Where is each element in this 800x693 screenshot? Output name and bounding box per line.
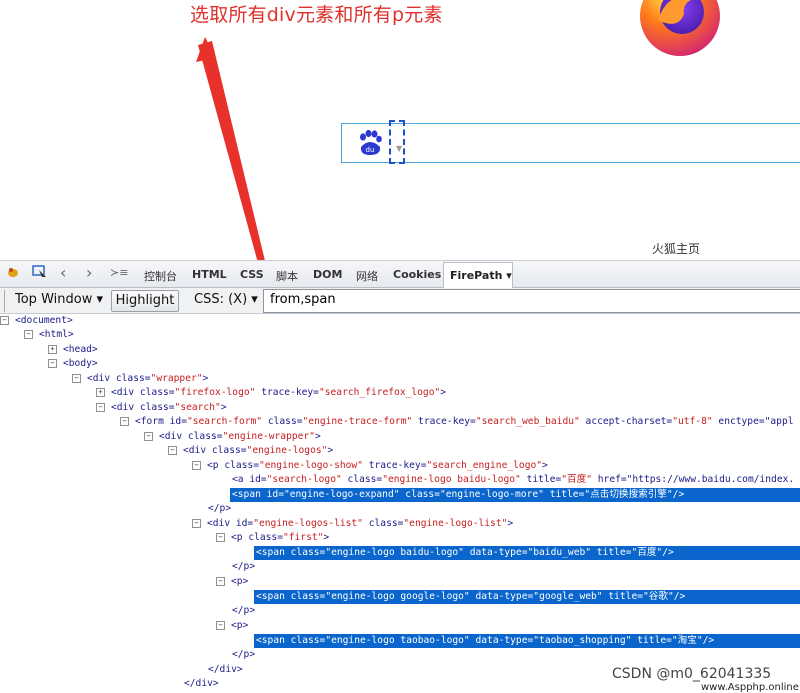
css-mode-dropdown[interactable]: CSS: (X) ▾: [194, 290, 258, 312]
tree-node-text: <p class="first">: [231, 532, 330, 543]
forward-icon[interactable]: ›: [86, 263, 92, 282]
csdn-watermark: CSDN @m0_62041335: [612, 666, 772, 682]
tree-node-text: <a id="search-logo" class="engine-logo b…: [232, 474, 795, 485]
tree-row-highlighted[interactable]: <span class="engine-logo baidu-logo" dat…: [254, 546, 800, 560]
tree-node-text: <div class="search">: [111, 402, 227, 413]
tree-row[interactable]: + <head>: [48, 343, 98, 357]
collapse-icon[interactable]: −: [24, 329, 33, 339]
tree-node-text: </p>: [232, 561, 256, 572]
tree-row[interactable]: − <html>: [24, 328, 74, 342]
tree-row[interactable]: </p>: [232, 648, 255, 662]
tree-row[interactable]: − <div id="engine-logos-list" class="engi…: [192, 517, 513, 531]
tree-node-text: <p>: [231, 620, 249, 631]
tree-node-text: <p>: [231, 576, 249, 587]
tree-row[interactable]: − <div class="engine-logos">: [168, 444, 333, 458]
command-line-icon[interactable]: ≻≡: [110, 266, 128, 279]
tree-node-text: <div id="engine-logos-list" class="engin…: [207, 518, 514, 529]
expand-icon[interactable]: +: [48, 344, 57, 354]
collapse-icon[interactable]: −: [144, 431, 153, 441]
svg-text:du: du: [366, 146, 375, 154]
collapse-icon[interactable]: −: [192, 460, 201, 470]
tree-node-text: </div>: [184, 678, 219, 689]
tree-row-highlighted[interactable]: <span id="engine-logo-expand" class="eng…: [230, 488, 800, 502]
tree-row[interactable]: − <body>: [48, 357, 98, 371]
tree-row-highlighted[interactable]: <span class="engine-logo taobao-logo" da…: [254, 634, 800, 648]
tree-row[interactable]: </div>: [184, 677, 219, 691]
top-window-dropdown[interactable]: Top Window ▾: [15, 290, 103, 312]
tab-dom[interactable]: DOM: [313, 268, 342, 281]
tree-node-text: <div class="engine-wrapper">: [159, 431, 321, 442]
tree-node-text: <document>: [15, 315, 73, 326]
tree-node-text: <p class="engine-logo-show" trace-key="s…: [207, 460, 548, 471]
tree-node-text: </p>: [232, 605, 256, 616]
collapse-icon[interactable]: −: [120, 416, 129, 426]
tree-row[interactable]: </p>: [232, 604, 255, 618]
tab-cookies[interactable]: Cookies: [393, 268, 441, 281]
tree-node-text: <body>: [63, 358, 98, 369]
tree-row[interactable]: + <div class="firefox-logo" trace-key="se…: [96, 386, 446, 400]
firebug-icon[interactable]: [6, 265, 20, 279]
expand-icon[interactable]: +: [96, 387, 105, 397]
collapse-icon[interactable]: −: [48, 358, 57, 368]
inspect-element-icon[interactable]: [32, 265, 48, 279]
back-icon[interactable]: ‹: [60, 263, 66, 282]
selector-input[interactable]: from,span: [263, 289, 800, 313]
tree-node-text: </div>: [208, 664, 243, 675]
tree-row-highlighted[interactable]: <span class="engine-logo google-logo" da…: [254, 590, 800, 604]
tree-node-text: <span class="engine-logo baidu-logo" dat…: [256, 547, 674, 558]
tree-row[interactable]: </div>: [208, 663, 243, 677]
tree-node-text: <head>: [63, 344, 98, 355]
tree-row[interactable]: − <form id="search-form" class="engine-tr…: [120, 415, 794, 429]
collapse-icon[interactable]: −: [72, 373, 81, 383]
collapse-icon[interactable]: −: [216, 532, 225, 542]
tree-row[interactable]: − <div class="engine-wrapper">: [144, 430, 321, 444]
search-box[interactable]: [341, 123, 800, 163]
tree-node-text: <form id="search-form" class="engine-tra…: [135, 416, 794, 427]
fox-home-link[interactable]: 火狐主页: [652, 240, 700, 257]
tree-node-text: </p>: [232, 649, 256, 660]
selection-outline: [389, 120, 405, 164]
tab-firepath[interactable]: FirePath ▾: [443, 262, 513, 288]
collapse-icon[interactable]: −: [216, 620, 225, 630]
tree-node-text: <span id="engine-logo-expand" class="eng…: [232, 489, 685, 500]
tab-script[interactable]: 脚本: [276, 268, 298, 284]
dom-tree: − <document> − <html> + <head> − <body> − <di…: [0, 314, 800, 693]
tree-row[interactable]: </p>: [208, 502, 231, 516]
collapse-icon[interactable]: −: [192, 518, 201, 528]
collapse-icon[interactable]: −: [168, 445, 177, 455]
tab-console[interactable]: 控制台: [144, 268, 177, 284]
tree-row[interactable]: − <div class="search">: [96, 401, 227, 415]
baidu-paw-icon[interactable]: du: [356, 129, 384, 157]
site-watermark: www.Aspphp.online: [701, 682, 799, 693]
toolbar-grip: [0, 290, 5, 312]
highlight-button[interactable]: Highlight: [111, 290, 179, 312]
collapse-icon[interactable]: −: [0, 315, 9, 325]
tab-network[interactable]: 网络: [356, 268, 378, 284]
tree-node-text: <div class="engine-logos">: [183, 445, 334, 456]
tab-css[interactable]: CSS: [240, 268, 264, 281]
tree-node-text: </p>: [208, 503, 232, 514]
collapse-icon[interactable]: −: [96, 402, 105, 412]
tree-row[interactable]: <a id="search-logo" class="engine-logo b…: [232, 473, 794, 487]
tree-row[interactable]: − <p>: [216, 575, 248, 589]
tree-row[interactable]: − <p class="engine-logo-show" trace-key="…: [192, 459, 548, 473]
tree-node-text: <span class="engine-logo taobao-logo" da…: [256, 635, 715, 646]
collapse-icon[interactable]: −: [216, 576, 225, 586]
tree-row[interactable]: − <p class="first">: [216, 531, 329, 545]
tree-row[interactable]: </p>: [232, 560, 255, 574]
tab-html[interactable]: HTML: [192, 268, 227, 281]
tree-node-text: <div class="firefox-logo" trace-key="sea…: [111, 387, 447, 398]
tree-node-text: <div class="wrapper">: [87, 373, 209, 384]
tree-node-text: <html>: [39, 329, 74, 340]
tree-node-text: <span class="engine-logo google-logo" da…: [256, 591, 686, 602]
tree-row[interactable]: − <p>: [216, 619, 248, 633]
tree-row[interactable]: − <div class="wrapper">: [72, 372, 208, 386]
tree-row[interactable]: − <document>: [0, 314, 73, 328]
